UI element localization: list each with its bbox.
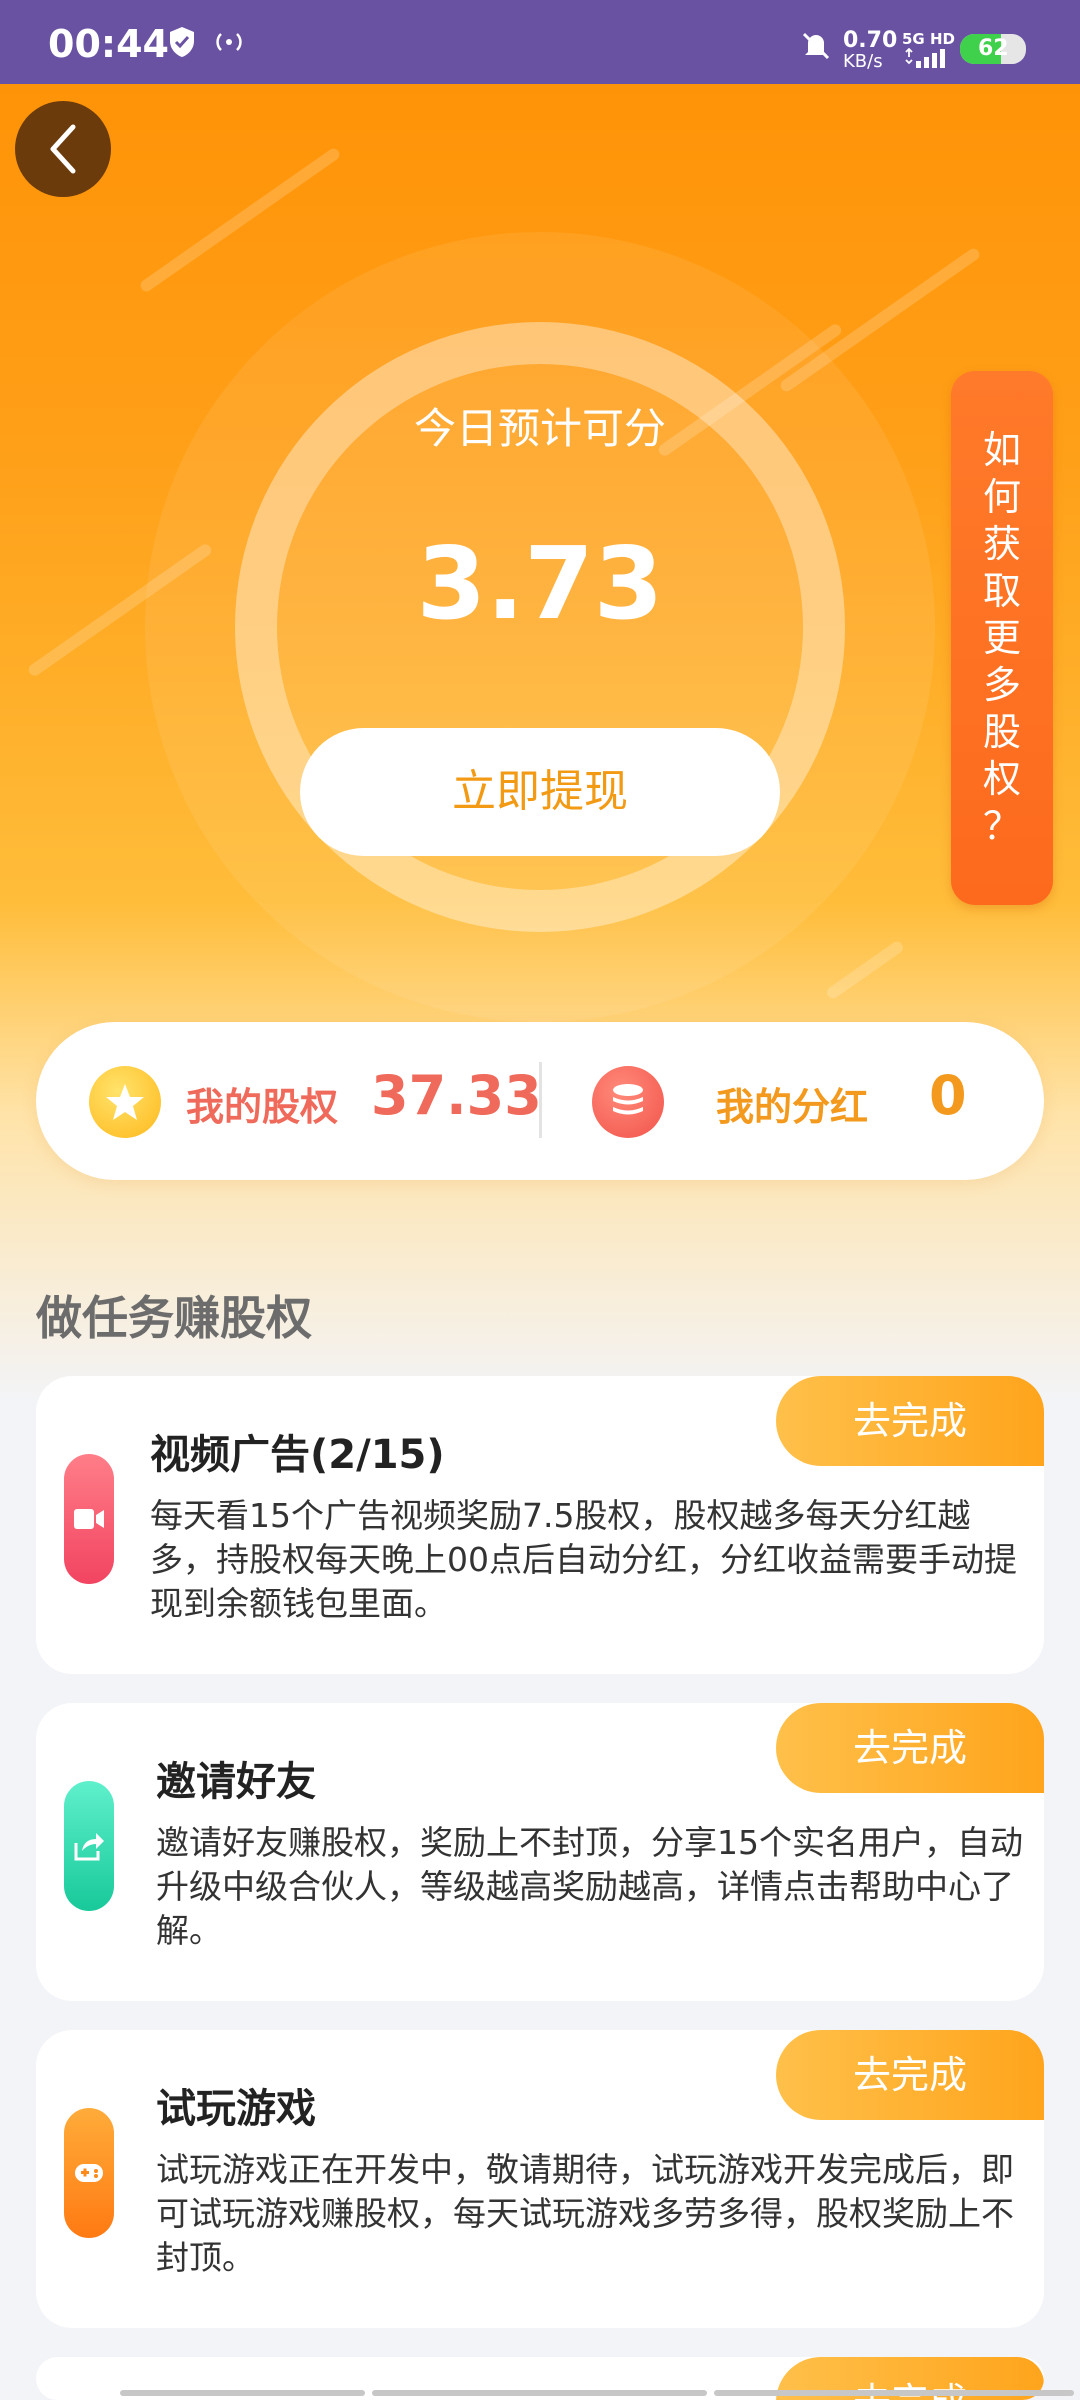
- scroll-indicator: [120, 2390, 365, 2396]
- divider: [539, 1062, 542, 1138]
- how-to-tab-char: 何: [982, 474, 1021, 519]
- how-to-tab-char: 权: [982, 756, 1021, 801]
- battery-level: 62: [978, 36, 1009, 61]
- equity-label: 我的股权: [186, 1085, 339, 1129]
- withdraw-button[interactable]: 立即提现: [300, 728, 780, 856]
- hotspot-icon: [212, 26, 246, 62]
- chevron-left-icon: [50, 124, 76, 174]
- coins-icon: [592, 1066, 664, 1138]
- status-time: 00:44: [48, 22, 169, 66]
- signal-icon: [904, 47, 950, 72]
- task-title: 试玩游戏: [156, 2086, 316, 2132]
- scroll-indicator: [372, 2390, 707, 2396]
- how-to-tab-char: ？: [982, 803, 1021, 848]
- battery-indicator: 62: [960, 34, 1026, 64]
- task-description: 邀请好友赚股权，奖励上不封顶，分享15个实名用户，自动升级中级合伙人，等级越高奖…: [156, 1823, 1023, 1950]
- signal-label: 5G HD: [902, 30, 955, 48]
- dividend-label: 我的分红: [716, 1085, 869, 1129]
- section-title: 做任务赚股权: [36, 1291, 312, 1345]
- mute-icon: [800, 30, 832, 66]
- task-card: 去完成 邀请好友 邀请好友赚股权，奖励上不封顶，分享15个实名用户，自动升级中级…: [36, 1703, 1044, 2001]
- how-to-tab-char: 取: [982, 568, 1021, 613]
- task-card: 去完成 视频广告(2/15) 每天看15个广告视频奖励7.5股权，股权越多每天分…: [36, 1376, 1044, 1674]
- how-to-tab-char: 更: [982, 615, 1021, 660]
- today-value: 3.73: [416, 525, 664, 642]
- equity-value: 37.33: [371, 1064, 542, 1127]
- scroll-indicator: [714, 2390, 1074, 2396]
- task-description: 试玩游戏正在开发中，敬请期待，试玩游戏开发完成后，即可试玩游戏赚股权，每天试玩游…: [156, 2150, 1014, 2277]
- how-to-tab-char: 如: [982, 427, 1021, 472]
- back-button[interactable]: [15, 101, 111, 197]
- dividend-value: 0: [929, 1064, 967, 1127]
- share-icon: [64, 1781, 114, 1911]
- network-speed: 0.70: [843, 28, 898, 53]
- today-label: 今日预计可分: [413, 404, 666, 453]
- shield-icon: [168, 26, 196, 62]
- task-complete-button[interactable]: 去完成: [776, 2030, 1044, 2120]
- task-complete-button[interactable]: 去完成: [776, 1703, 1044, 1793]
- stats-card: 我的股权 37.33 我的分红 0: [36, 1022, 1044, 1180]
- how-to-tab-char: 多: [982, 662, 1021, 707]
- task-card: 去完成 试玩游戏 试玩游戏正在开发中，敬请期待，试玩游戏开发完成后，即可试玩游戏…: [36, 2030, 1044, 2328]
- task-title: 视频广告(2/15): [150, 1432, 445, 1478]
- task-description: 每天看15个广告视频奖励7.5股权，股权越多每天分红越多，持股权每天晚上00点后…: [150, 1496, 1017, 1623]
- how-to-get-more-equity-tab[interactable]: 如何获取更多股权？: [951, 371, 1053, 905]
- how-to-tab-char: 股: [982, 709, 1021, 754]
- how-to-tab-char: 获: [982, 521, 1021, 566]
- decor-streak: [138, 146, 342, 294]
- star-icon: [89, 1066, 161, 1138]
- video-icon: [64, 1454, 114, 1584]
- task-complete-button[interactable]: 去完成: [776, 1376, 1044, 1466]
- task-title: 邀请好友: [156, 1759, 316, 1805]
- gamepad-icon: [64, 2108, 114, 2238]
- decor-streak: [824, 939, 906, 1001]
- network-unit: KB/s: [843, 51, 883, 72]
- status-bar: 00:44 0.70 KB/s 5G HD 62: [0, 0, 1080, 84]
